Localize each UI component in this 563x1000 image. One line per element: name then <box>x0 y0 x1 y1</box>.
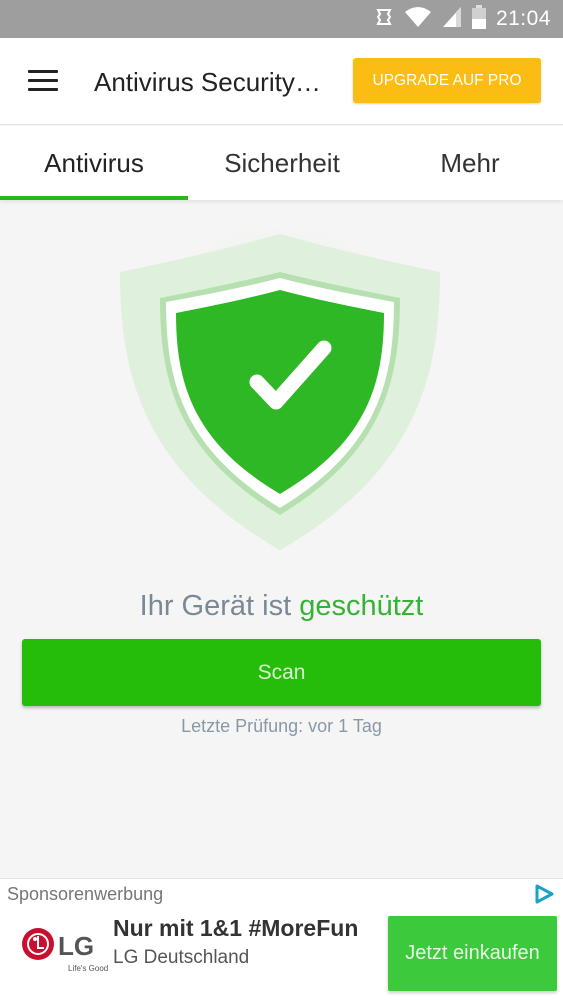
status-bar: 21:04 <box>0 0 563 38</box>
last-scan-text: Letzte Prüfung: vor 1 Tag <box>181 716 382 736</box>
shield-check-icon <box>90 200 470 560</box>
hamburger-menu-icon[interactable] <box>22 66 62 96</box>
status-prefix: Ihr Gerät ist <box>139 590 292 622</box>
protection-status: Ihr Gerät ist geschützt <box>0 590 563 623</box>
clock: 21:04 <box>495 7 551 30</box>
status-bar-icons: 21:04 <box>374 0 551 38</box>
ad-headline: Nur mit 1&1 #MoreFun <box>113 915 359 941</box>
active-tab-indicator <box>0 196 188 200</box>
ad-banner[interactable]: Sponsorenwerbung LG Life's Good Nur mit … <box>0 878 563 1000</box>
app-bar: Antivirus Security… UPGRADE AUF PRO <box>0 38 563 125</box>
tab-bar: Antivirus Sicherheit Mehr <box>0 126 563 200</box>
app-title: Antivirus Security… <box>94 67 321 97</box>
status-value: geschützt <box>299 590 424 622</box>
tab-sicherheit[interactable]: Sicherheit <box>188 126 376 200</box>
scan-button[interactable]: Scan <box>22 639 541 706</box>
signal-icon <box>442 6 462 33</box>
upgrade-pro-button[interactable]: UPGRADE AUF PRO <box>353 58 541 103</box>
adchoices-icon[interactable] <box>533 884 555 904</box>
ad-label: Sponsorenwerbung <box>7 884 164 904</box>
wifi-icon <box>404 6 432 33</box>
ad-advertiser: LG Deutschland <box>113 947 250 968</box>
tab-antivirus[interactable]: Antivirus <box>0 126 188 200</box>
battery-icon <box>471 4 486 34</box>
svg-text:LG: LG <box>58 931 94 961</box>
lg-logo: LG Life's Good <box>20 924 109 984</box>
ad-cta-button[interactable]: Jetzt einkaufen <box>388 916 557 991</box>
tab-mehr[interactable]: Mehr <box>376 126 563 200</box>
lg-tagline: Life's Good <box>68 964 109 973</box>
vibrate-icon <box>374 7 394 32</box>
